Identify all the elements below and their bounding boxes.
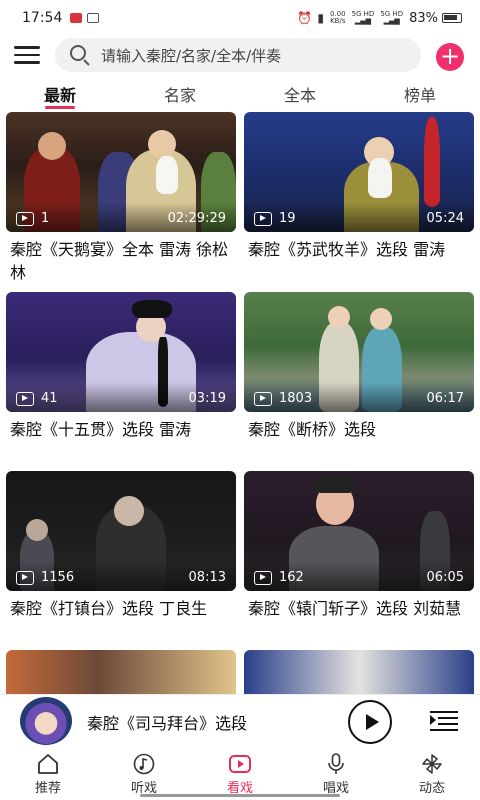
video-title: 秦腔《断桥》选段 bbox=[248, 420, 377, 439]
video-thumbnail bbox=[244, 650, 474, 694]
play-count: 1156 bbox=[16, 570, 74, 585]
search-placeholder: 请输入秦腔/名家/全本/伴奏 bbox=[101, 46, 282, 65]
video-title: 秦腔《辕门斩子》选段 刘茹慧 bbox=[248, 599, 462, 618]
video-thumbnail: 1803 06:17 bbox=[244, 292, 474, 412]
tab-ranking[interactable]: 榜单 bbox=[385, 82, 455, 106]
video-card[interactable]: 41 03:19 秦腔《十五贯》选段 雷涛 bbox=[6, 292, 236, 441]
video-duration: 03:19 bbox=[188, 391, 226, 406]
nav-item-watch[interactable]: 看戏 bbox=[192, 746, 288, 800]
video-card[interactable] bbox=[244, 650, 474, 694]
video-duration: 08:13 bbox=[188, 570, 226, 585]
active-tab-indicator bbox=[45, 106, 75, 109]
vibrate-icon: ▮ bbox=[317, 11, 324, 25]
status-time: 17:54 bbox=[22, 10, 63, 26]
video-card[interactable]: 1803 06:17 秦腔《断桥》选段 bbox=[244, 292, 474, 441]
play-count-icon bbox=[16, 211, 34, 226]
video-thumbnail: 1 02:29:29 bbox=[6, 112, 236, 232]
status-bar: 17:54 ⏰ ▮ 0.00 KB/s 5G HD ▂▄▆ 5G HD ▂▄▆ 83… bbox=[0, 0, 480, 36]
video-title: 秦腔《苏武牧羊》选段 雷涛 bbox=[248, 240, 446, 259]
mini-player: 秦腔《司马拜台》选段 bbox=[0, 694, 480, 746]
video-title: 秦腔《天鹅宴》全本 雷涛 徐松林 bbox=[10, 240, 229, 282]
menu-line bbox=[14, 46, 40, 49]
video-card[interactable] bbox=[6, 650, 236, 694]
video-play-icon bbox=[228, 753, 252, 775]
notification-gallery-icon bbox=[87, 13, 100, 23]
play-count-icon bbox=[254, 391, 272, 406]
home-indicator[interactable] bbox=[140, 794, 340, 797]
search-header: 请输入秦腔/名家/全本/伴奏 + bbox=[0, 36, 480, 76]
player-cover-art[interactable] bbox=[20, 697, 72, 745]
play-count: 41 bbox=[16, 391, 58, 406]
nav-item-feed[interactable]: 动态 bbox=[384, 746, 480, 800]
signal-2: 5G HD ▂▄▆ bbox=[380, 10, 404, 25]
play-count-value: 1156 bbox=[41, 570, 75, 585]
category-tabs: 最新 名家 全本 榜单 bbox=[0, 82, 480, 114]
play-count-icon bbox=[254, 211, 272, 226]
play-count-icon bbox=[254, 570, 272, 585]
battery-percent: 83% bbox=[409, 10, 438, 26]
home-icon bbox=[36, 753, 60, 775]
alarm-icon: ⏰ bbox=[297, 11, 313, 25]
microphone-icon bbox=[324, 753, 348, 775]
nav-item-listen[interactable]: 听戏 bbox=[96, 746, 192, 800]
nav-item-sing[interactable]: 唱戏 bbox=[288, 746, 384, 800]
battery-icon bbox=[442, 13, 462, 23]
play-count: 162 bbox=[254, 570, 304, 585]
net-speed: 0.00 KB/s bbox=[330, 11, 346, 25]
video-card[interactable]: 19 05:24 秦腔《苏武牧羊》选段 雷涛 bbox=[244, 112, 474, 261]
menu-line bbox=[14, 53, 40, 57]
video-card[interactable]: 1156 08:13 秦腔《打镇台》选段 丁良生 bbox=[6, 471, 236, 620]
play-button[interactable] bbox=[348, 700, 392, 744]
video-card[interactable]: 162 06:05 秦腔《辕门斩子》选段 刘茹慧 bbox=[244, 471, 474, 620]
music-note-icon bbox=[132, 753, 156, 775]
video-thumbnail: 41 03:19 bbox=[6, 292, 236, 412]
player-title[interactable]: 秦腔《司马拜台》选段 bbox=[87, 710, 247, 734]
play-count-value: 1803 bbox=[279, 391, 313, 406]
play-count-icon bbox=[16, 391, 34, 406]
signal-2-label: 5G HD bbox=[380, 10, 404, 18]
bottom-nav: 推荐 听戏 看戏 唱戏 动态 bbox=[0, 746, 480, 800]
video-title: 秦腔《打镇台》选段 丁良生 bbox=[10, 599, 208, 618]
search-input[interactable]: 请输入秦腔/名家/全本/伴奏 bbox=[55, 38, 421, 72]
video-duration: 06:17 bbox=[426, 391, 464, 406]
signal-1-label: 5G HD bbox=[351, 10, 375, 18]
video-thumbnail: 162 06:05 bbox=[244, 471, 474, 591]
tab-masters[interactable]: 名家 bbox=[145, 82, 215, 106]
playlist-icon[interactable] bbox=[430, 711, 458, 731]
play-count-icon bbox=[16, 570, 34, 585]
video-duration: 02:29:29 bbox=[167, 211, 226, 226]
video-thumbnail bbox=[6, 650, 236, 694]
play-count: 1 bbox=[16, 211, 49, 226]
video-thumbnail: 1156 08:13 bbox=[6, 471, 236, 591]
search-icon bbox=[69, 44, 91, 66]
play-count: 19 bbox=[254, 211, 296, 226]
notification-app-icon bbox=[70, 13, 83, 23]
play-count-value: 1 bbox=[41, 211, 50, 226]
video-thumbnail: 19 05:24 bbox=[244, 112, 474, 232]
nav-label: 动态 bbox=[418, 781, 445, 796]
nav-item-recommend[interactable]: 推荐 bbox=[0, 746, 96, 800]
video-duration: 05:24 bbox=[426, 211, 464, 226]
signal-1: 5G HD ▂▄▆ bbox=[351, 10, 375, 25]
play-count-value: 41 bbox=[41, 391, 58, 406]
video-card[interactable]: 1 02:29:29 秦腔《天鹅宴》全本 雷涛 徐松林 bbox=[6, 112, 236, 284]
play-count: 1803 bbox=[254, 391, 312, 406]
menu-line bbox=[14, 61, 40, 64]
play-count-value: 162 bbox=[279, 570, 304, 585]
play-count-value: 19 bbox=[279, 211, 296, 226]
tab-latest[interactable]: 最新 bbox=[25, 82, 95, 106]
video-grid: 1 02:29:29 秦腔《天鹅宴》全本 雷涛 徐松林 19 05:24 秦腔《… bbox=[0, 112, 480, 694]
net-speed-unit: KB/s bbox=[330, 17, 346, 25]
add-button[interactable]: + bbox=[436, 43, 464, 71]
video-duration: 06:05 bbox=[426, 570, 464, 585]
video-title: 秦腔《十五贯》选段 雷涛 bbox=[10, 420, 192, 439]
nav-label: 推荐 bbox=[34, 781, 61, 796]
pinwheel-icon bbox=[420, 753, 444, 775]
menu-button[interactable] bbox=[14, 45, 40, 65]
tab-full[interactable]: 全本 bbox=[265, 82, 335, 106]
